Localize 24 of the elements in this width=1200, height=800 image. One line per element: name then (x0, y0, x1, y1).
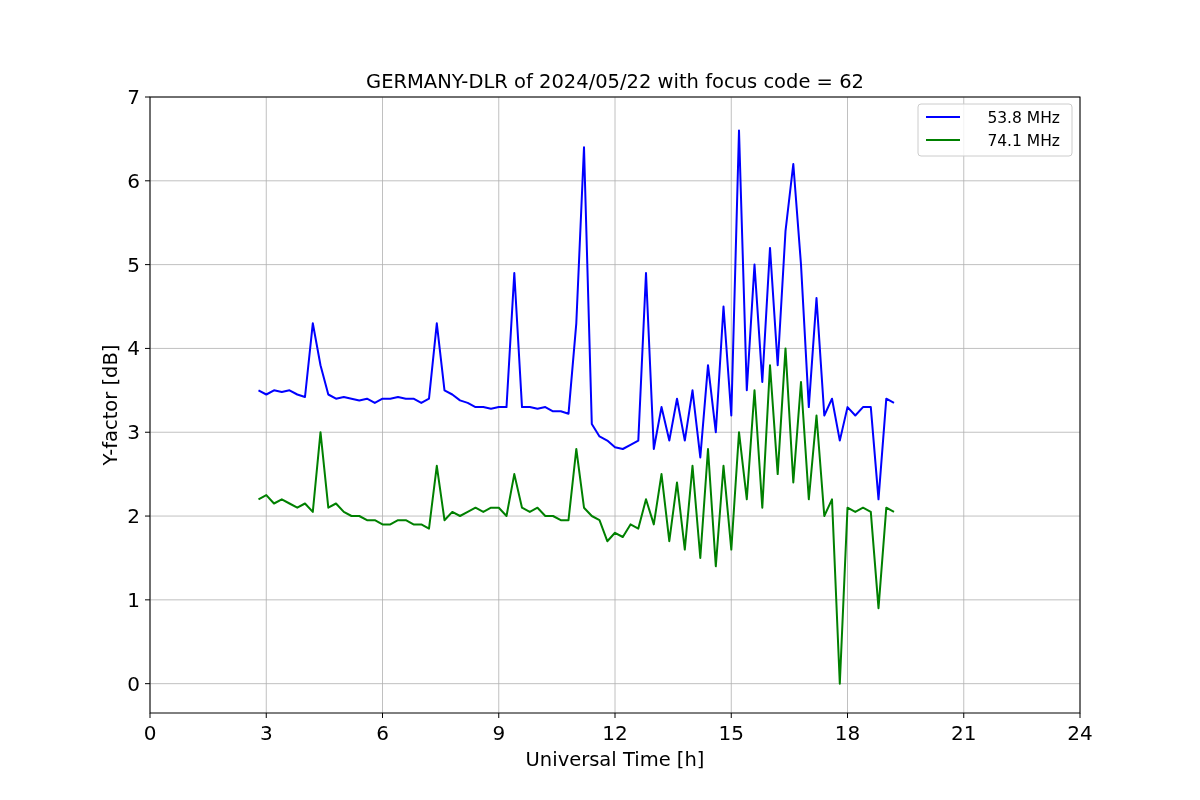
x-tick-label: 15 (718, 721, 744, 745)
y-tick-label: 1 (127, 587, 140, 612)
y-tick-label: 7 (127, 85, 140, 109)
y-tick-label: 3 (127, 420, 140, 445)
x-tick-label: 6 (376, 721, 389, 745)
y-axis-label: Y-factor [dB] (99, 344, 122, 466)
x-tick-label: 0 (143, 721, 157, 745)
legend-label: 53.8 MHz (987, 109, 1060, 127)
x-tick-label: 18 (834, 721, 861, 745)
x-tick-label: 21 (951, 721, 977, 745)
legend-label: 74.1 MHz (987, 132, 1060, 150)
x-tick-label: 24 (1067, 721, 1093, 745)
x-tick-label: 9 (492, 721, 506, 745)
legend-line-swatch (925, 116, 961, 118)
y-tick-label: 0 (127, 671, 140, 696)
x-axis-label: Universal Time [h] (525, 748, 705, 771)
chart-title: GERMANY-DLR of 2024/05/22 with focus code = 62 (366, 70, 864, 93)
y-tick-label: 6 (127, 168, 140, 193)
x-tick-label: 3 (259, 721, 273, 745)
legend-line-swatch (925, 139, 961, 141)
y-tick-label: 5 (127, 252, 140, 277)
y-tick-label: 4 (127, 336, 140, 361)
y-tick-label: 2 (127, 504, 140, 529)
x-tick-label: 12 (602, 721, 628, 745)
